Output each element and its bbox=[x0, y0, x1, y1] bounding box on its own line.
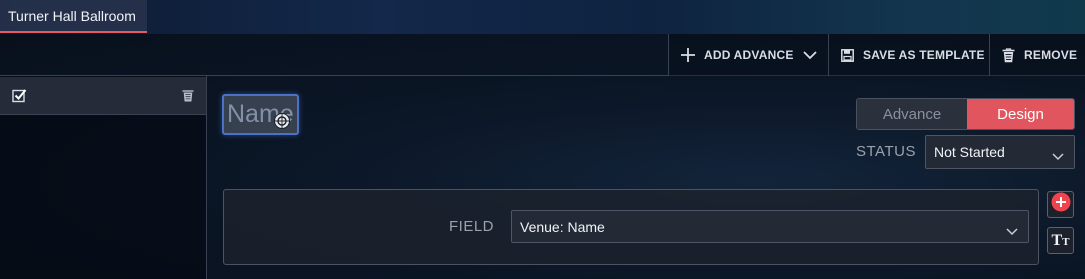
add-field-button[interactable] bbox=[1047, 191, 1074, 218]
save-as-template-button[interactable]: SAVE AS TEMPLATE bbox=[828, 34, 989, 76]
field-label: FIELD bbox=[449, 218, 495, 235]
text-format-button[interactable]: TT bbox=[1047, 227, 1074, 254]
chevron-down-icon bbox=[1006, 223, 1018, 239]
field-value: Venue: Name bbox=[520, 218, 605, 235]
chevron-down-icon bbox=[802, 50, 817, 60]
chevron-down-icon bbox=[1052, 148, 1064, 164]
plus-circle-icon bbox=[1051, 192, 1071, 217]
name-input[interactable]: Name bbox=[222, 94, 299, 135]
trash-icon[interactable] bbox=[182, 89, 194, 107]
tab-label: Turner Hall Ballroom bbox=[8, 7, 136, 24]
remove-label: REMOVE bbox=[1024, 48, 1078, 62]
add-advance-label: ADD ADVANCE bbox=[704, 48, 794, 62]
text-format-icon: TT bbox=[1051, 231, 1070, 249]
save-as-template-label: SAVE AS TEMPLATE bbox=[863, 48, 985, 62]
checkbox-checked-icon[interactable] bbox=[12, 88, 28, 109]
top-tab-strip bbox=[0, 0, 1085, 34]
add-advance-button[interactable]: ADD ADVANCE bbox=[668, 34, 828, 76]
plus-icon bbox=[681, 48, 695, 62]
remove-button[interactable]: REMOVE bbox=[989, 34, 1085, 76]
status-value: Not Started bbox=[934, 144, 1005, 160]
status-select[interactable]: Not Started bbox=[925, 135, 1075, 169]
floppy-disk-icon bbox=[841, 48, 854, 62]
trash-icon bbox=[1002, 47, 1015, 63]
cursor-icon bbox=[273, 108, 291, 133]
advance-design-toggle: Advance Design bbox=[856, 98, 1075, 130]
tab-turner-hall-ballroom[interactable]: Turner Hall Ballroom bbox=[0, 0, 147, 33]
field-select[interactable]: Venue: Name bbox=[511, 210, 1029, 243]
toggle-design[interactable]: Design bbox=[967, 99, 1074, 129]
list-item[interactable] bbox=[0, 77, 206, 115]
toggle-advance[interactable]: Advance bbox=[857, 99, 967, 129]
status-label: STATUS bbox=[856, 143, 916, 160]
